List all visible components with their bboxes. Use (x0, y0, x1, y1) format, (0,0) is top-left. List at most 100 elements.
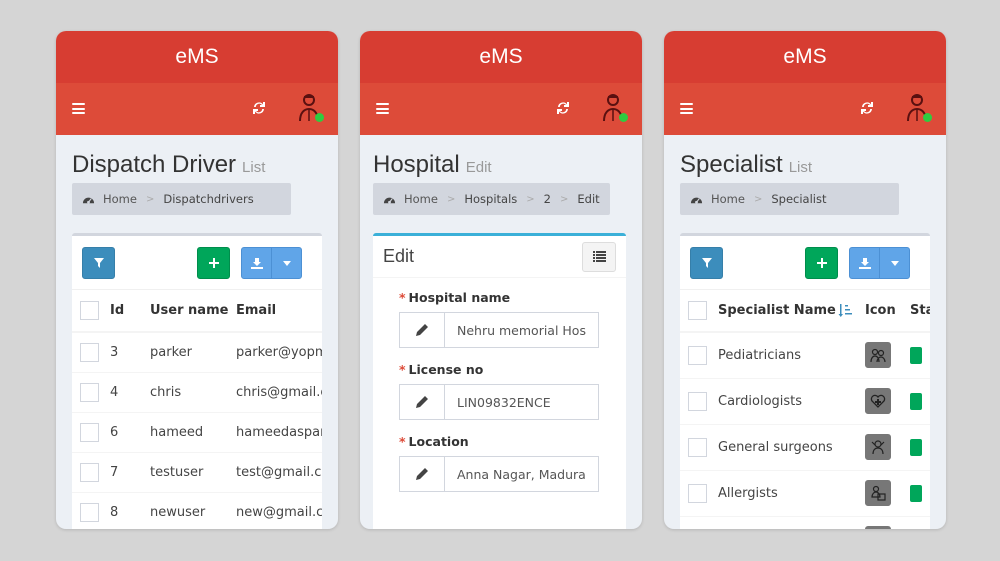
cell-id: 8 (110, 491, 150, 529)
row-checkbox[interactable] (688, 483, 707, 503)
cell-username: hameed (150, 411, 236, 452)
filter-icon (701, 258, 712, 268)
cell-specialist-name: Allergists (718, 469, 865, 516)
table-row[interactable] (680, 515, 930, 529)
refresh-icon[interactable] (555, 100, 571, 116)
cell-id: 6 (110, 411, 150, 452)
top-navbar (664, 83, 946, 135)
breadcrumb-home[interactable]: Home (404, 192, 438, 206)
column-header-email[interactable]: Email (236, 290, 322, 333)
dispatch-driver-screen: eMS Dispatch Driver List Home > Dispatchd… (56, 31, 338, 529)
status-active-badge[interactable] (910, 438, 922, 456)
location-input[interactable] (445, 457, 598, 491)
row-checkbox[interactable] (688, 391, 707, 411)
export-dropdown-toggle[interactable] (879, 248, 909, 278)
cell-specialist-name (718, 515, 865, 529)
cell-id: 4 (110, 371, 150, 412)
refresh-icon[interactable] (859, 100, 875, 116)
export-dropdown-toggle[interactable] (271, 248, 301, 278)
license-no-input[interactable] (445, 385, 598, 419)
download-icon (250, 257, 263, 269)
location-group: * Location (399, 434, 626, 492)
column-header-icon[interactable]: Icon (865, 290, 910, 333)
row-checkbox[interactable] (688, 437, 707, 457)
table-row[interactable]: Allergists (680, 469, 930, 516)
dashboard-icon (383, 197, 396, 204)
hospital-edit-screen: eMS Hospital Edit Home > Hospitals > 2 > … (360, 31, 642, 529)
hospital-name-input[interactable] (445, 313, 598, 347)
app-logo[interactable]: eMS (56, 31, 338, 83)
breadcrumb-home[interactable]: Home (103, 192, 137, 206)
page-subtitle: List (788, 159, 813, 176)
row-checkbox[interactable] (80, 462, 99, 482)
status-active-badge[interactable] (910, 484, 922, 502)
page-title: Hospital Edit (373, 151, 492, 178)
specialist-icon (865, 526, 891, 529)
location-label: * Location (399, 434, 469, 449)
breadcrumb-dispatchdrivers: Dispatchdrivers (163, 192, 254, 206)
hospital-form: *Hospital name *License no *Location (373, 278, 626, 492)
sort-amount-icon[interactable] (838, 304, 852, 317)
breadcrumb: Home > Specialist (680, 183, 899, 215)
hamburger-icon[interactable] (680, 103, 693, 114)
row-checkbox[interactable] (80, 502, 99, 522)
hamburger-icon[interactable] (72, 103, 85, 114)
table-row[interactable]: 3 parker parker@yopmail.com (72, 331, 322, 372)
table-row[interactable]: Pediatricians (680, 331, 930, 378)
add-button[interactable] (197, 247, 230, 279)
cell-email: parker@yopmail.com (236, 331, 322, 372)
cell-email: chris@gmail.com (236, 371, 322, 412)
online-status-dot (315, 113, 324, 122)
breadcrumb-specialist: Specialist (771, 192, 827, 206)
column-header-status[interactable]: Status (910, 290, 930, 333)
pencil-icon (416, 468, 428, 480)
table-row[interactable]: 4 chris chris@gmail.com (72, 371, 322, 412)
filter-button[interactable] (690, 247, 723, 279)
add-button[interactable] (805, 247, 838, 279)
user-avatar-icon[interactable] (600, 93, 628, 123)
filter-button[interactable] (82, 247, 115, 279)
hamburger-icon[interactable] (376, 103, 389, 114)
hospital-name-group: * Hospital name (399, 290, 626, 348)
table-row[interactable]: 6 hameed hameedasparsh@gmail.com (72, 411, 322, 452)
user-avatar-icon[interactable] (904, 93, 932, 123)
breadcrumb-home[interactable]: Home (711, 192, 745, 206)
top-navbar (360, 83, 642, 135)
cell-username: chris (150, 371, 236, 412)
table-row[interactable]: Cardiologists (680, 377, 930, 424)
cell-email: hameedasparsh@gmail.com (236, 411, 322, 452)
breadcrumb-hospitals[interactable]: Hospitals (464, 192, 517, 206)
select-all-checkbox[interactable] (80, 301, 99, 320)
pencil-icon (416, 396, 428, 408)
row-checkbox[interactable] (688, 345, 707, 365)
breadcrumb-record-id[interactable]: 2 (544, 192, 551, 206)
back-to-list-button[interactable] (582, 241, 616, 272)
caret-down-icon (890, 260, 899, 266)
column-header-username[interactable]: User name (150, 290, 236, 333)
column-header-specialist-name[interactable]: Specialist Name (718, 290, 865, 333)
user-avatar-icon[interactable] (296, 93, 324, 123)
cell-id: 3 (110, 331, 150, 372)
row-checkbox[interactable] (80, 342, 99, 362)
app-logo[interactable]: eMS (664, 31, 946, 83)
list-toolbar (72, 236, 322, 290)
breadcrumb: Home > Dispatchdrivers (72, 183, 291, 215)
app-logo[interactable]: eMS (360, 31, 642, 83)
export-button[interactable] (850, 248, 879, 278)
download-icon (858, 257, 871, 269)
select-all-checkbox[interactable] (688, 301, 707, 320)
table-row[interactable]: 7 testuser test@gmail.com (72, 451, 322, 492)
row-checkbox[interactable] (80, 422, 99, 442)
row-checkbox[interactable] (80, 382, 99, 402)
table-row[interactable]: 8 newuser new@gmail.com (72, 491, 322, 529)
caret-down-icon (282, 260, 291, 266)
status-active-badge[interactable] (910, 346, 922, 364)
table-row[interactable]: General surgeons (680, 423, 930, 470)
column-header-id[interactable]: Id (110, 290, 150, 333)
status-active-badge[interactable] (910, 392, 922, 410)
export-button[interactable] (242, 248, 271, 278)
refresh-icon[interactable] (251, 100, 267, 116)
cell-username: parker (150, 331, 236, 372)
license-no-label: * License no (399, 362, 484, 377)
allergist-icon (865, 480, 891, 506)
